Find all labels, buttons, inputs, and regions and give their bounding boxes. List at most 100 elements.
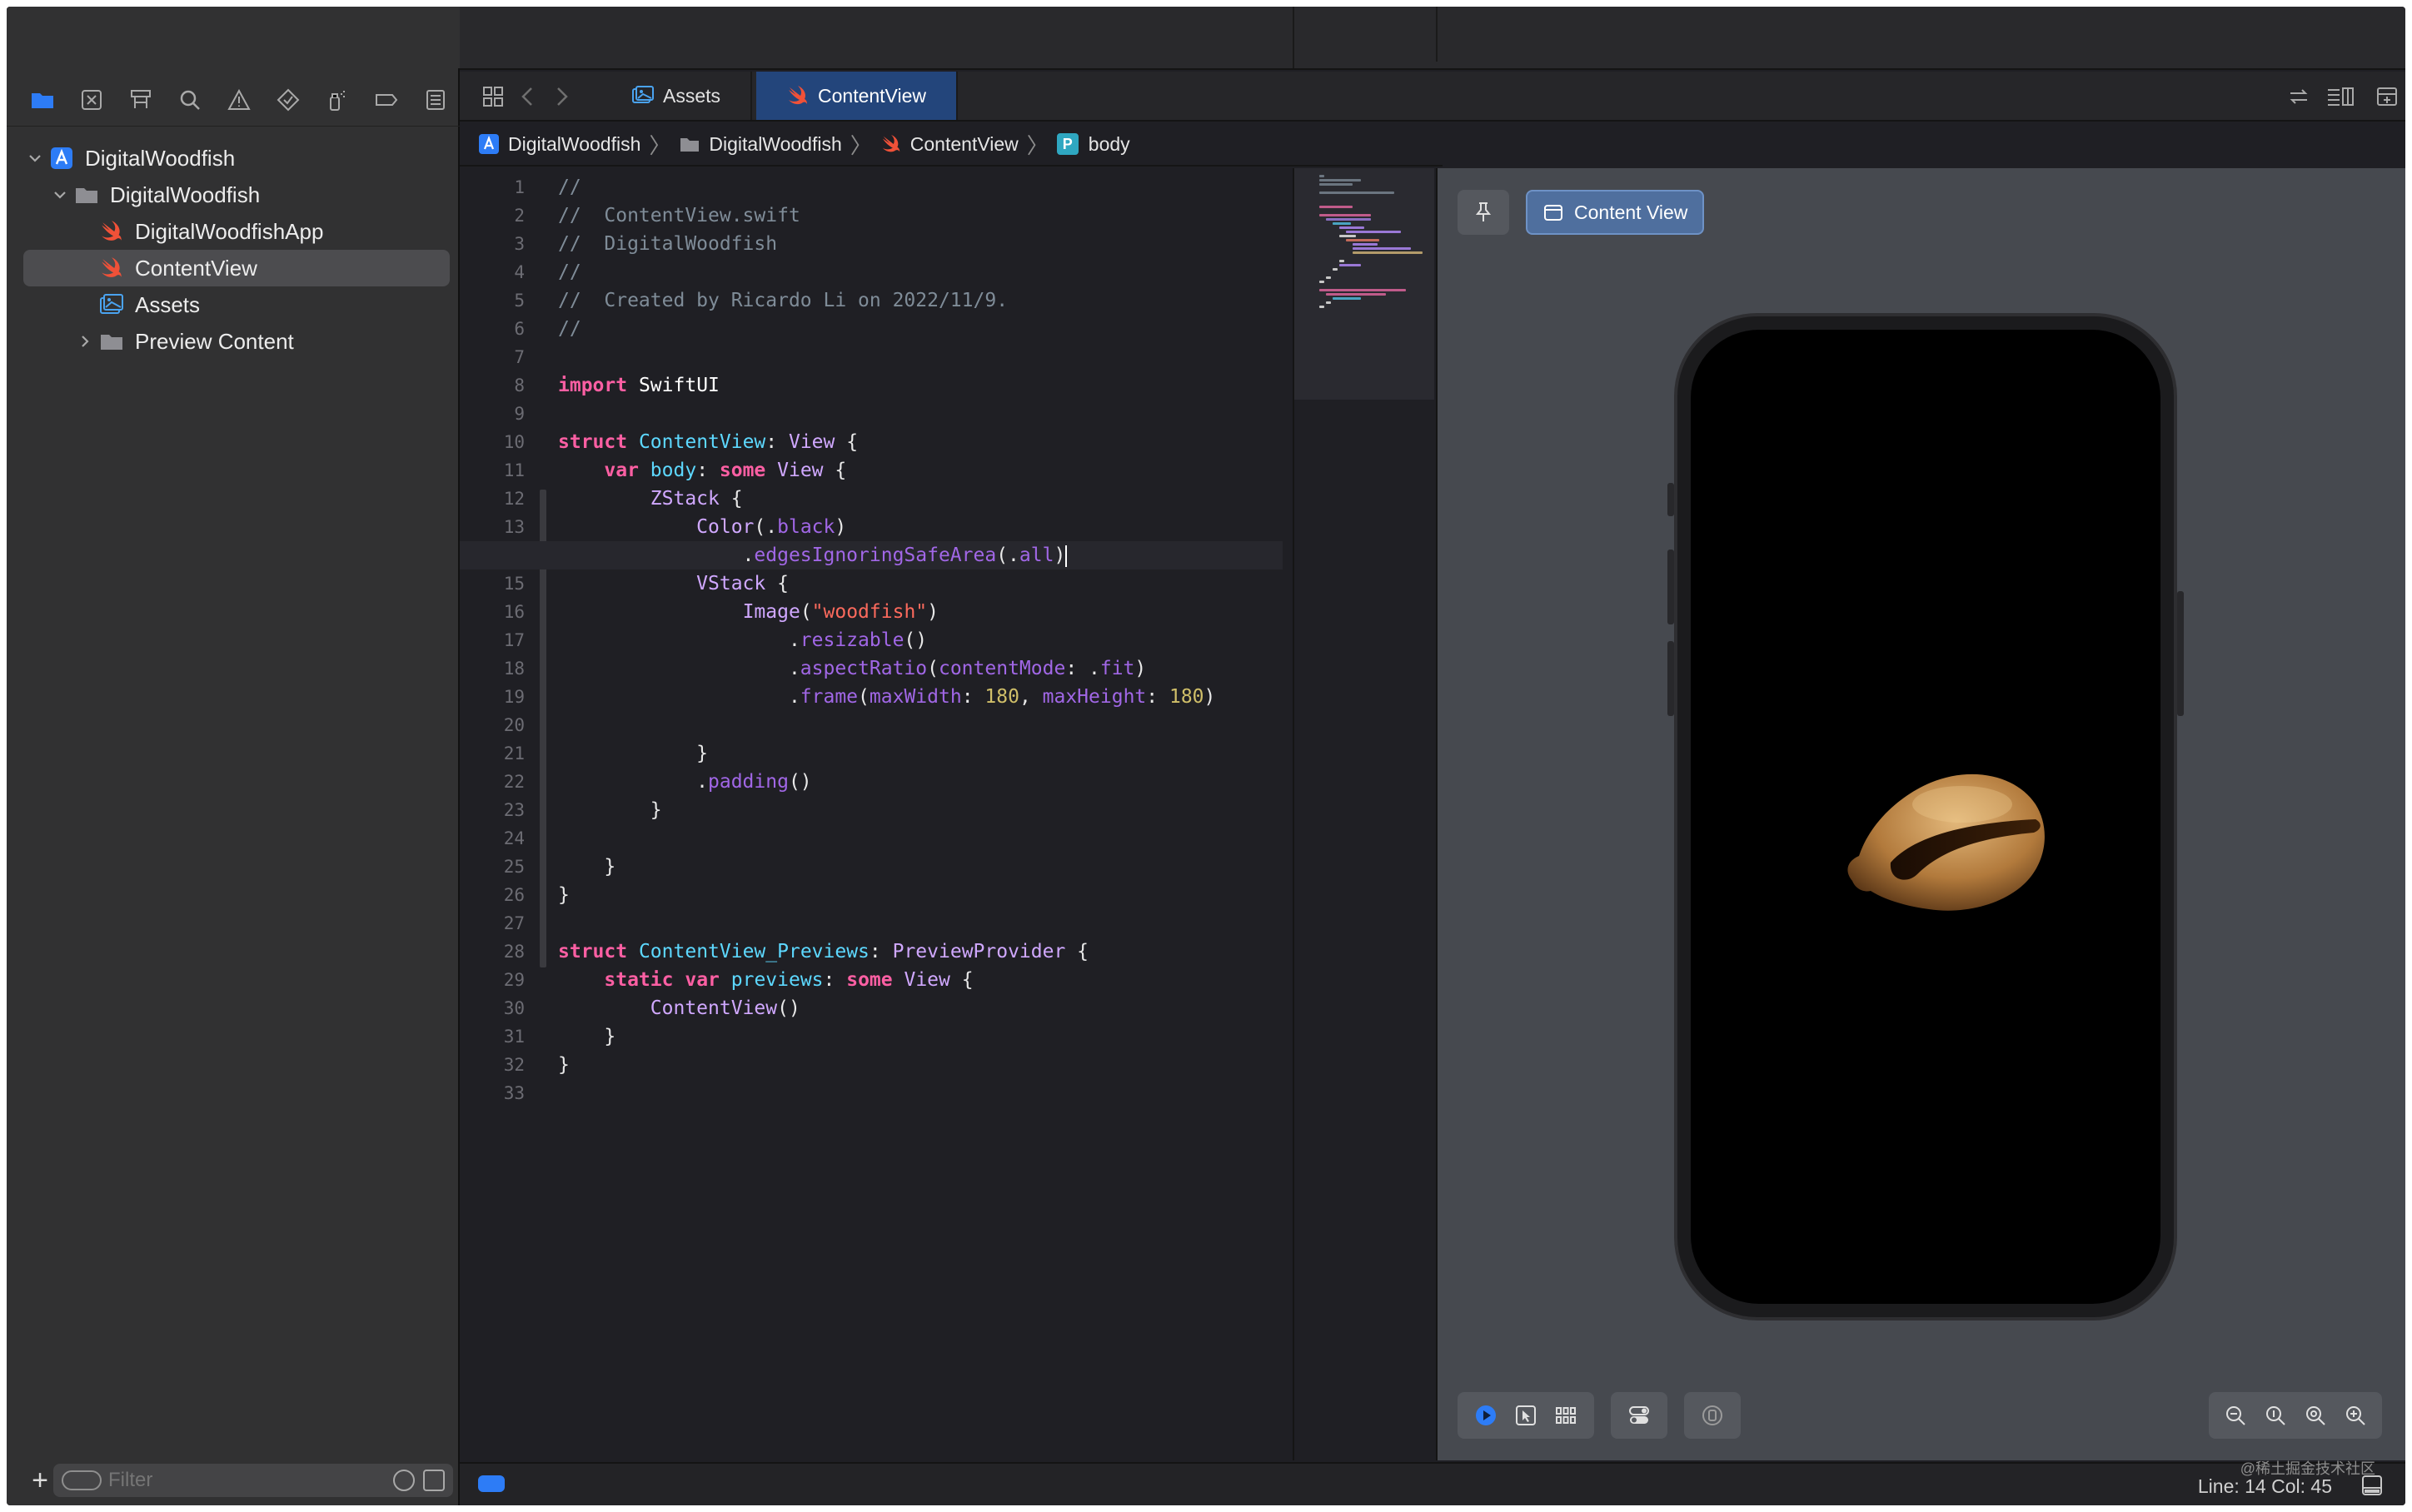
add-file-button[interactable]: + [23, 1465, 57, 1497]
device-settings-group [1611, 1392, 1667, 1439]
minimap-line [1319, 179, 1361, 182]
line-number: 24 [503, 828, 525, 848]
swap-editors-icon[interactable] [2285, 83, 2312, 110]
project-navigator-folder-icon[interactable] [18, 77, 67, 123]
toggle-debug-area-icon[interactable] [2360, 1474, 2384, 1497]
disclosure-chevron-down-icon[interactable] [48, 183, 72, 206]
code-line[interactable]: struct ContentView_Previews: PreviewProv… [558, 938, 1283, 966]
tree-item[interactable]: DigitalWoodfishApp [23, 213, 450, 250]
tree-item[interactable]: Preview Content [23, 323, 450, 360]
code-line[interactable]: var body: some View { [558, 456, 1283, 485]
issue-navigator-warning-icon[interactable] [215, 77, 264, 123]
zoom-in-icon[interactable] [2335, 1395, 2375, 1435]
report-navigator-icon[interactable] [411, 77, 460, 123]
minimap[interactable] [1293, 168, 1434, 1460]
code-line[interactable] [558, 1079, 1283, 1107]
code-line[interactable]: } [558, 796, 1283, 824]
iphone-preview-frame [1667, 313, 2184, 1321]
filter-options-icon[interactable] [62, 1470, 102, 1490]
code-line[interactable]: VStack { [558, 569, 1283, 598]
device-preview-icon[interactable] [1692, 1395, 1732, 1435]
minimap-visible-region[interactable] [1294, 168, 1434, 400]
source-editor[interactable]: 1234567891011121314151617181920212223242… [460, 168, 1291, 1460]
find-navigator-search-icon[interactable] [166, 77, 215, 123]
code-line[interactable]: // ContentView.swift [558, 201, 1283, 230]
zoom-out-icon[interactable] [2215, 1395, 2255, 1435]
source-control-navigator-icon[interactable] [67, 77, 117, 123]
code-line[interactable] [558, 909, 1283, 938]
minimap-line [1319, 281, 1324, 283]
test-navigator-diamond-icon[interactable] [263, 77, 312, 123]
code-line[interactable]: .padding() [558, 768, 1283, 796]
breadcrumb-file[interactable]: ContentView [880, 133, 1019, 156]
code-line[interactable]: } [558, 1051, 1283, 1079]
filter-input[interactable] [108, 1469, 385, 1492]
breadcrumb-label: ContentView [909, 132, 1019, 155]
code-line[interactable]: // DigitalWoodfish [558, 230, 1283, 258]
line-number: 1 [514, 177, 525, 197]
recent-files-clock-icon[interactable] [393, 1470, 415, 1491]
code-line[interactable]: } [558, 739, 1283, 768]
tab-assets[interactable]: Assets [601, 72, 753, 120]
code-line[interactable]: // [558, 315, 1283, 343]
code-line[interactable]: } [558, 1022, 1283, 1051]
code-line[interactable]: .aspectRatio(contentMode: .fit) [558, 654, 1283, 683]
code-line[interactable]: } [558, 881, 1283, 909]
tree-item[interactable]: DigitalWoodfish [23, 140, 450, 177]
code-line[interactable]: // [558, 173, 1283, 201]
tree-item[interactable]: DigitalWoodfish [23, 177, 450, 213]
tree-item[interactable]: Assets [23, 286, 450, 323]
device-settings-toggle-icon[interactable] [1619, 1395, 1659, 1435]
zoom-actual-size-icon[interactable] [2255, 1395, 2295, 1435]
live-preview-play-icon[interactable] [1466, 1395, 1506, 1435]
zoom-to-fit-icon[interactable] [2295, 1395, 2335, 1435]
pin-preview-button[interactable] [1458, 190, 1509, 235]
filter-field[interactable] [53, 1464, 453, 1497]
code-line[interactable]: ZStack { [558, 485, 1283, 513]
tree-item[interactable]: ContentView [23, 250, 450, 286]
code-line[interactable]: Color(.black) [558, 513, 1283, 541]
related-items-grid-icon[interactable] [480, 83, 506, 110]
breakpoint-navigator-icon[interactable] [361, 77, 411, 123]
variants-grid-icon[interactable] [1546, 1395, 1586, 1435]
show-changed-files-icon[interactable] [423, 1470, 445, 1491]
symbol-navigator-icon[interactable] [117, 77, 166, 123]
code-line[interactable]: ContentView() [558, 994, 1283, 1022]
breadcrumb-symbol[interactable]: P body [1056, 133, 1130, 156]
code-line[interactable]: .frame(maxWidth: 180, maxHeight: 180) [558, 683, 1283, 711]
code-line[interactable]: // [558, 258, 1283, 286]
code-line[interactable]: struct ContentView: View { [558, 428, 1283, 456]
line-number: 9 [514, 404, 525, 424]
code-line[interactable]: Image("woodfish") [558, 598, 1283, 626]
code-line[interactable]: // Created by Ricardo Li on 2022/11/9. [558, 286, 1283, 315]
code-line[interactable] [558, 343, 1283, 371]
debug-navigator-spray-icon[interactable] [312, 77, 361, 123]
code-text[interactable]: //// ContentView.swift// DigitalWoodfish… [460, 173, 1283, 1107]
forward-chevron-icon[interactable] [548, 83, 575, 110]
toolbar-divider [1293, 7, 1294, 68]
code-line[interactable]: import SwiftUI [558, 371, 1283, 400]
selectable-mode-icon[interactable] [1506, 1395, 1546, 1435]
minimap-line [1353, 247, 1411, 250]
tab-label: Assets [663, 84, 721, 107]
add-editor-icon[interactable] [2374, 83, 2400, 110]
debug-area-toggle[interactable] [478, 1475, 505, 1492]
toolbar-area [460, 7, 2405, 70]
disclosure-chevron-down-icon[interactable] [23, 147, 47, 170]
breadcrumb-group[interactable]: DigitalWoodfish [679, 132, 842, 156]
code-line[interactable] [558, 824, 1283, 853]
breadcrumb-label: DigitalWoodfish [709, 132, 842, 155]
code-line[interactable] [558, 711, 1283, 739]
code-line[interactable]: static var previews: some View { [558, 966, 1283, 994]
editor-options-icon[interactable] [2324, 83, 2357, 110]
preview-selector-content-view[interactable]: Content View [1526, 190, 1705, 235]
code-line[interactable]: } [558, 853, 1283, 881]
breadcrumb-project[interactable]: DigitalWoodfish [478, 133, 640, 156]
tab-contentview[interactable]: ContentView [756, 72, 958, 120]
code-line[interactable]: .resizable() [558, 626, 1283, 654]
disclosure-chevron-right-icon[interactable] [73, 330, 97, 353]
xcode-project-icon [479, 134, 499, 154]
code-line[interactable]: .edgesIgnoringSafeArea(.all) [460, 541, 1283, 569]
code-line[interactable] [558, 400, 1283, 428]
back-chevron-icon[interactable] [515, 83, 541, 110]
